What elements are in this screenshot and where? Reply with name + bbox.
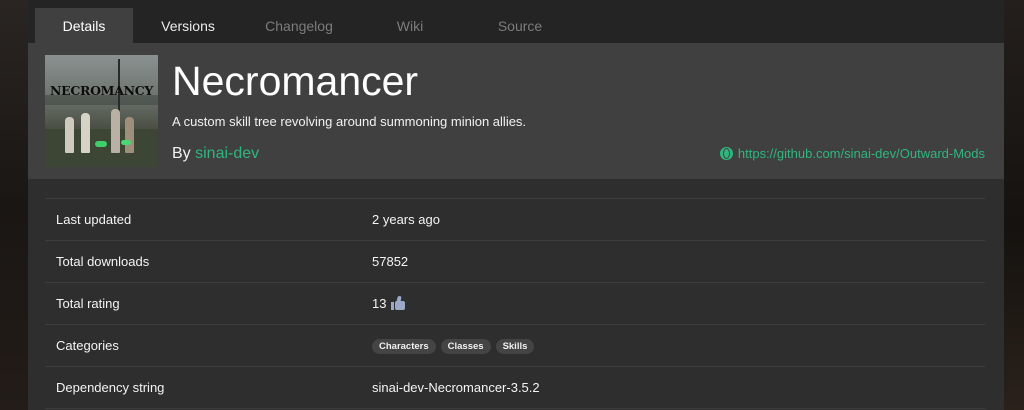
mod-panel: Details Versions Changelog Wiki Source N… — [28, 0, 1004, 410]
mod-thumbnail: NECROMANCY — [45, 55, 158, 167]
last-updated-value: 2 years ago — [372, 212, 440, 227]
mod-description: A custom skill tree revolving around sum… — [172, 114, 527, 129]
table-row: Dependency string sinai-dev-Necromancer-… — [45, 367, 985, 409]
details-table: Last updated 2 years ago Total downloads… — [45, 198, 985, 409]
dependency-string-label: Dependency string — [56, 380, 165, 395]
thumbnail-logo-text: NECROMANCY — [49, 83, 153, 98]
tab-bar: Details Versions Changelog Wiki Source — [28, 0, 1004, 43]
table-row: Categories Characters Classes Skills — [45, 325, 985, 367]
table-row: Total downloads 57852 — [45, 241, 985, 283]
category-chips: Characters Classes Skills — [372, 339, 535, 354]
total-downloads-label: Total downloads — [56, 254, 150, 269]
mod-header: NECROMANCY Necromancer A custom skill tr… — [28, 43, 1004, 179]
tab-source: Source — [497, 17, 543, 34]
author-link[interactable]: sinai-dev — [195, 145, 259, 162]
background-right — [1004, 0, 1024, 410]
category-chip-skills[interactable]: Skills — [495, 339, 535, 354]
last-updated-label: Last updated — [56, 212, 132, 227]
thumbs-up-icon[interactable] — [391, 295, 406, 310]
tab-versions[interactable]: Versions — [133, 8, 243, 43]
website-url[interactable]: https://github.com/sinai-dev/Outward-Mod… — [738, 146, 985, 161]
thumbnail-green-glow — [121, 140, 131, 145]
categories-value: Characters Classes Skills — [372, 338, 535, 354]
thumbnail-skeleton — [81, 113, 90, 153]
rating-count: 13 — [372, 296, 387, 311]
thumbnail-skeleton — [65, 117, 74, 153]
mod-byline: By sinai-dev — [172, 145, 259, 163]
categories-label: Categories — [56, 338, 119, 353]
thumbnail-green-glow — [95, 141, 107, 147]
total-downloads-value: 57852 — [372, 254, 409, 269]
mod-title: Necromancer — [172, 58, 419, 104]
category-chip-classes[interactable]: Classes — [440, 339, 491, 354]
tab-wiki: Wiki — [396, 17, 424, 34]
tab-details[interactable]: Details — [35, 8, 133, 43]
thumbnail-ground — [45, 129, 158, 167]
table-row: Total rating 13 — [45, 283, 985, 325]
table-row: Last updated 2 years ago — [45, 199, 985, 241]
by-prefix: By — [172, 145, 191, 162]
background-left — [0, 0, 28, 410]
tab-changelog: Changelog — [265, 17, 333, 34]
total-rating-value: 13 — [372, 295, 406, 311]
thumbnail-figure — [125, 117, 134, 153]
website-link[interactable]: https://github.com/sinai-dev/Outward-Mod… — [719, 146, 985, 161]
dependency-string-value: sinai-dev-Necromancer-3.5.2 — [372, 380, 540, 395]
thumbnail-necromancer — [111, 109, 120, 153]
category-chip-characters[interactable]: Characters — [372, 339, 436, 354]
globe-icon — [719, 147, 733, 160]
total-rating-label: Total rating — [56, 296, 120, 311]
